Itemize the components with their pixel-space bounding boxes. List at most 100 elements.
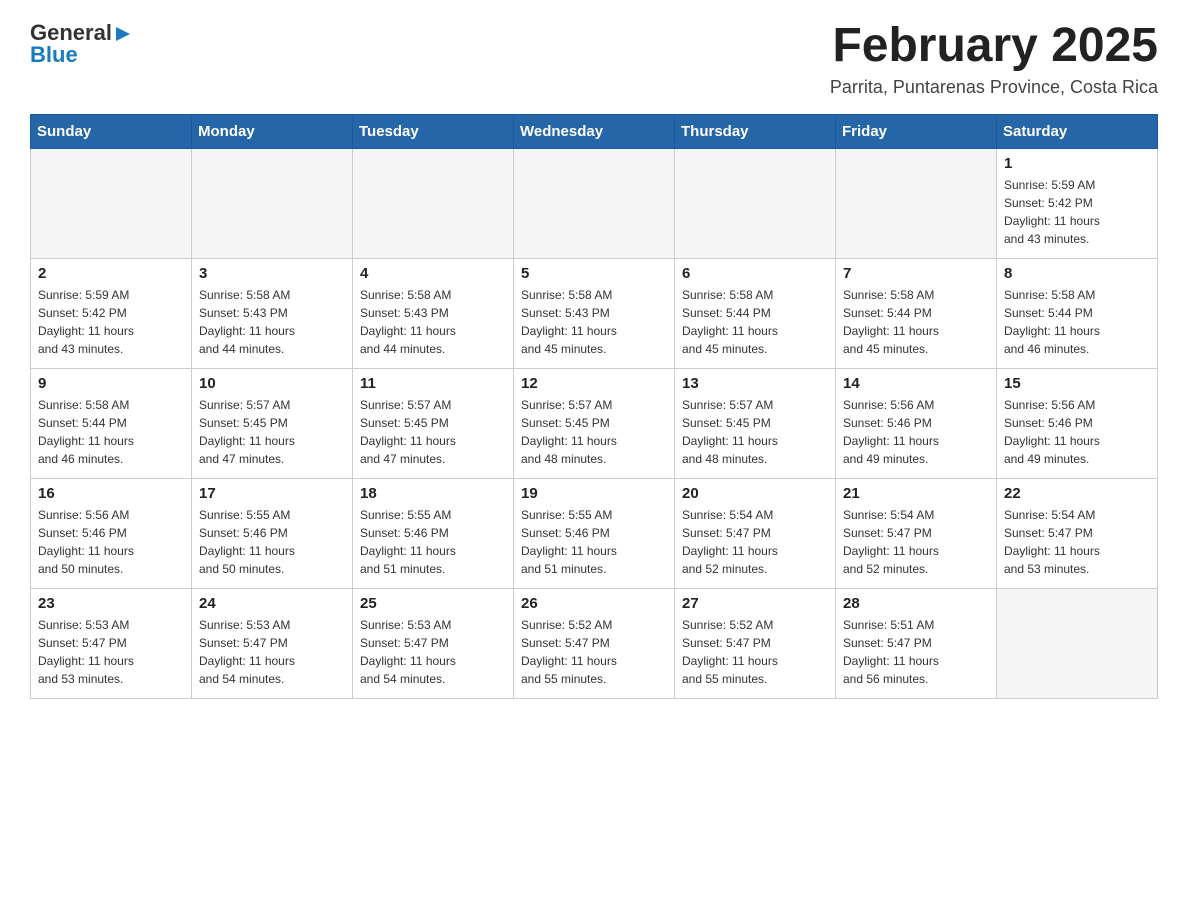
day-info: Sunrise: 5:55 AM Sunset: 5:46 PM Dayligh… [360, 506, 506, 578]
calendar-cell: 10 Sunrise: 5:57 AM Sunset: 5:45 PM Dayli… [192, 368, 353, 478]
day-info: Sunrise: 5:53 AM Sunset: 5:47 PM Dayligh… [199, 616, 345, 688]
day-number: 22 [1004, 485, 1150, 502]
day-number: 15 [1004, 375, 1150, 392]
calendar-cell: 24 Sunrise: 5:53 AM Sunset: 5:47 PM Dayli… [192, 588, 353, 698]
day-number: 7 [843, 265, 989, 282]
day-number: 3 [199, 265, 345, 282]
day-info: Sunrise: 5:53 AM Sunset: 5:47 PM Dayligh… [38, 616, 184, 688]
day-info: Sunrise: 5:55 AM Sunset: 5:46 PM Dayligh… [521, 506, 667, 578]
calendar-cell: 16 Sunrise: 5:56 AM Sunset: 5:46 PM Dayli… [31, 478, 192, 588]
calendar-cell [353, 148, 514, 258]
calendar-cell: 14 Sunrise: 5:56 AM Sunset: 5:46 PM Dayli… [836, 368, 997, 478]
day-info: Sunrise: 5:58 AM Sunset: 5:43 PM Dayligh… [199, 286, 345, 358]
day-info: Sunrise: 5:59 AM Sunset: 5:42 PM Dayligh… [38, 286, 184, 358]
day-number: 21 [843, 485, 989, 502]
day-info: Sunrise: 5:54 AM Sunset: 5:47 PM Dayligh… [682, 506, 828, 578]
day-number: 4 [360, 265, 506, 282]
day-number: 6 [682, 265, 828, 282]
calendar-cell: 4Sunrise: 5:58 AM Sunset: 5:43 PM Daylig… [353, 258, 514, 368]
day-info: Sunrise: 5:57 AM Sunset: 5:45 PM Dayligh… [682, 396, 828, 468]
day-number: 23 [38, 595, 184, 612]
day-number: 24 [199, 595, 345, 612]
calendar-cell: 8Sunrise: 5:58 AM Sunset: 5:44 PM Daylig… [997, 258, 1158, 368]
calendar-cell [997, 588, 1158, 698]
week-row-2: 2 Sunrise: 5:59 AM Sunset: 5:42 PM Daylig… [31, 258, 1158, 368]
day-info: Sunrise: 5:55 AM Sunset: 5:46 PM Dayligh… [199, 506, 345, 578]
day-number: 25 [360, 595, 506, 612]
calendar-cell: 26 Sunrise: 5:52 AM Sunset: 5:47 PM Dayli… [514, 588, 675, 698]
calendar-title: February 2025 [830, 20, 1158, 73]
logo-blue-text: Blue [30, 42, 78, 68]
day-number: 2 [38, 265, 184, 282]
calendar-cell: 3 Sunrise: 5:58 AM Sunset: 5:43 PM Daylig… [192, 258, 353, 368]
calendar-cell: 25 Sunrise: 5:53 AM Sunset: 5:47 PM Dayli… [353, 588, 514, 698]
weekday-header-saturday: Saturday [997, 114, 1158, 148]
day-number: 5 [521, 265, 667, 282]
calendar-cell: 9Sunrise: 5:58 AM Sunset: 5:44 PM Daylig… [31, 368, 192, 478]
calendar-cell: 11 Sunrise: 5:57 AM Sunset: 5:45 PM Dayli… [353, 368, 514, 478]
day-info: Sunrise: 5:57 AM Sunset: 5:45 PM Dayligh… [521, 396, 667, 468]
day-number: 1 [1004, 155, 1150, 172]
day-number: 16 [38, 485, 184, 502]
weekday-header-tuesday: Tuesday [353, 114, 514, 148]
day-number: 17 [199, 485, 345, 502]
day-number: 20 [682, 485, 828, 502]
calendar-cell [514, 148, 675, 258]
day-number: 10 [199, 375, 345, 392]
calendar-cell: 17 Sunrise: 5:55 AM Sunset: 5:46 PM Dayli… [192, 478, 353, 588]
day-info: Sunrise: 5:53 AM Sunset: 5:47 PM Dayligh… [360, 616, 506, 688]
week-row-5: 23 Sunrise: 5:53 AM Sunset: 5:47 PM Dayli… [31, 588, 1158, 698]
day-info: Sunrise: 5:54 AM Sunset: 5:47 PM Dayligh… [843, 506, 989, 578]
weekday-header-thursday: Thursday [675, 114, 836, 148]
calendar-cell: 7 Sunrise: 5:58 AM Sunset: 5:44 PM Daylig… [836, 258, 997, 368]
page-header: General Blue February 2025 Parrita, Punt… [30, 20, 1158, 98]
calendar-subtitle: Parrita, Puntarenas Province, Costa Rica [830, 77, 1158, 98]
title-section: February 2025 Parrita, Puntarenas Provin… [830, 20, 1158, 98]
calendar-cell: 19 Sunrise: 5:55 AM Sunset: 5:46 PM Dayli… [514, 478, 675, 588]
calendar-cell: 23 Sunrise: 5:53 AM Sunset: 5:47 PM Dayli… [31, 588, 192, 698]
calendar-cell [675, 148, 836, 258]
day-number: 11 [360, 375, 506, 392]
week-row-1: 1 Sunrise: 5:59 AM Sunset: 5:42 PM Daylig… [31, 148, 1158, 258]
calendar-cell: 15 Sunrise: 5:56 AM Sunset: 5:46 PM Dayli… [997, 368, 1158, 478]
week-row-3: 9Sunrise: 5:58 AM Sunset: 5:44 PM Daylig… [31, 368, 1158, 478]
weekday-header-sunday: Sunday [31, 114, 192, 148]
day-number: 26 [521, 595, 667, 612]
weekday-header-wednesday: Wednesday [514, 114, 675, 148]
day-info: Sunrise: 5:52 AM Sunset: 5:47 PM Dayligh… [521, 616, 667, 688]
calendar-cell: 13 Sunrise: 5:57 AM Sunset: 5:45 PM Dayli… [675, 368, 836, 478]
calendar-cell: 21 Sunrise: 5:54 AM Sunset: 5:47 PM Dayli… [836, 478, 997, 588]
calendar-cell: 6 Sunrise: 5:58 AM Sunset: 5:44 PM Daylig… [675, 258, 836, 368]
weekday-header-row: SundayMondayTuesdayWednesdayThursdayFrid… [31, 114, 1158, 148]
calendar-cell: 20 Sunrise: 5:54 AM Sunset: 5:47 PM Dayli… [675, 478, 836, 588]
day-info: Sunrise: 5:58 AM Sunset: 5:43 PM Dayligh… [521, 286, 667, 358]
day-info: Sunrise: 5:56 AM Sunset: 5:46 PM Dayligh… [843, 396, 989, 468]
day-info: Sunrise: 5:59 AM Sunset: 5:42 PM Dayligh… [1004, 176, 1150, 248]
day-number: 8 [1004, 265, 1150, 282]
day-info: Sunrise: 5:56 AM Sunset: 5:46 PM Dayligh… [1004, 396, 1150, 468]
day-info: Sunrise: 5:57 AM Sunset: 5:45 PM Dayligh… [199, 396, 345, 468]
day-info: Sunrise: 5:54 AM Sunset: 5:47 PM Dayligh… [1004, 506, 1150, 578]
weekday-header-monday: Monday [192, 114, 353, 148]
calendar-cell: 12Sunrise: 5:57 AM Sunset: 5:45 PM Dayli… [514, 368, 675, 478]
day-number: 19 [521, 485, 667, 502]
day-info: Sunrise: 5:52 AM Sunset: 5:47 PM Dayligh… [682, 616, 828, 688]
logo-triangle-icon [114, 25, 132, 43]
day-info: Sunrise: 5:58 AM Sunset: 5:44 PM Dayligh… [843, 286, 989, 358]
calendar-cell: 28 Sunrise: 5:51 AM Sunset: 5:47 PM Dayli… [836, 588, 997, 698]
day-info: Sunrise: 5:51 AM Sunset: 5:47 PM Dayligh… [843, 616, 989, 688]
calendar-cell: 27Sunrise: 5:52 AM Sunset: 5:47 PM Dayli… [675, 588, 836, 698]
week-row-4: 16 Sunrise: 5:56 AM Sunset: 5:46 PM Dayli… [31, 478, 1158, 588]
day-number: 28 [843, 595, 989, 612]
day-info: Sunrise: 5:58 AM Sunset: 5:44 PM Dayligh… [682, 286, 828, 358]
day-info: Sunrise: 5:56 AM Sunset: 5:46 PM Dayligh… [38, 506, 184, 578]
day-info: Sunrise: 5:58 AM Sunset: 5:44 PM Dayligh… [38, 396, 184, 468]
day-number: 18 [360, 485, 506, 502]
calendar-cell: 22 Sunrise: 5:54 AM Sunset: 5:47 PM Dayli… [997, 478, 1158, 588]
calendar-cell [836, 148, 997, 258]
day-info: Sunrise: 5:57 AM Sunset: 5:45 PM Dayligh… [360, 396, 506, 468]
logo: General Blue [30, 20, 132, 68]
day-number: 14 [843, 375, 989, 392]
day-number: 13 [682, 375, 828, 392]
calendar-cell [31, 148, 192, 258]
